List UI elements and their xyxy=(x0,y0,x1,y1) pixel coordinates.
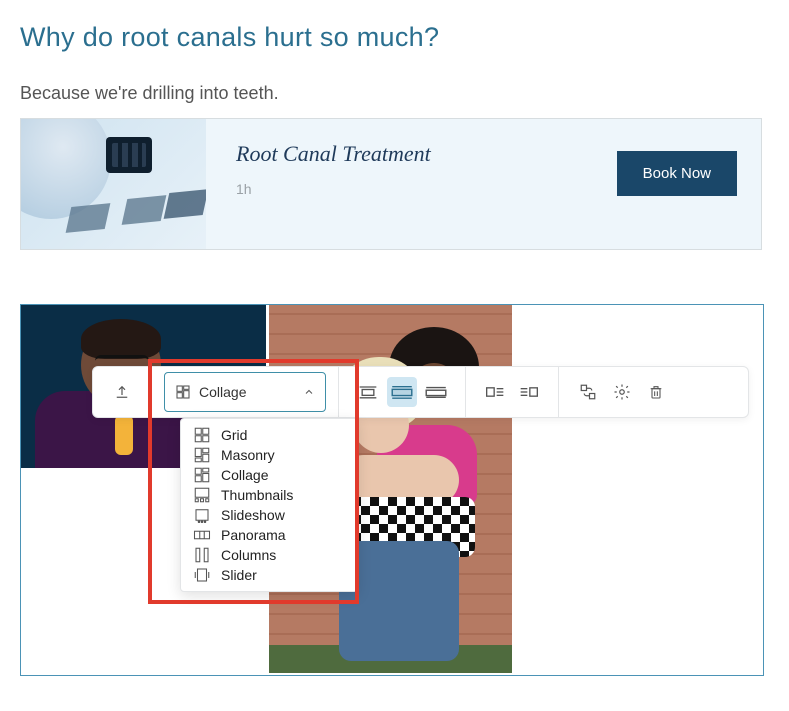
grid-icon xyxy=(193,426,211,444)
layout-dropdown-trigger[interactable]: Collage xyxy=(164,372,326,412)
layout-option-label: Collage xyxy=(221,467,268,483)
gallery-block[interactable] xyxy=(20,304,764,676)
layout-option-slider[interactable]: Slider xyxy=(187,565,351,585)
service-name: Root Canal Treatment xyxy=(236,141,617,167)
upload-button[interactable] xyxy=(107,377,137,407)
wrap-right-button[interactable] xyxy=(514,377,544,407)
layout-option-label: Slideshow xyxy=(221,507,285,523)
collage-icon xyxy=(175,384,191,400)
page-subtitle: Because we're drilling into teeth. xyxy=(20,83,769,104)
page-title: Why do root canals hurt so much? xyxy=(20,22,769,53)
delete-button[interactable] xyxy=(641,377,671,407)
book-now-button[interactable]: Book Now xyxy=(617,151,737,196)
columns-icon xyxy=(193,546,211,564)
chevron-up-icon xyxy=(303,386,315,398)
layout-option-panorama[interactable]: Panorama xyxy=(187,525,351,545)
align-left-button[interactable] xyxy=(353,377,383,407)
layout-option-label: Grid xyxy=(221,427,247,443)
layout-option-columns[interactable]: Columns xyxy=(187,545,351,565)
layout-option-label: Masonry xyxy=(221,447,275,463)
collage-icon xyxy=(193,466,211,484)
slider-icon xyxy=(193,566,211,584)
layout-selected-label: Collage xyxy=(199,384,295,400)
panorama-icon xyxy=(193,526,211,544)
masonry-icon xyxy=(193,446,211,464)
layout-option-label: Thumbnails xyxy=(221,487,293,503)
wrap-left-button[interactable] xyxy=(480,377,510,407)
service-thumbnail xyxy=(21,119,206,249)
settings-button[interactable] xyxy=(607,377,637,407)
align-right-button[interactable] xyxy=(421,377,451,407)
gallery-toolbar: Collage xyxy=(92,366,749,418)
layout-option-slideshow[interactable]: Slideshow xyxy=(187,505,351,525)
service-duration: 1h xyxy=(236,181,617,197)
layout-option-thumbnails[interactable]: Thumbnails xyxy=(187,485,351,505)
align-center-button[interactable] xyxy=(387,377,417,407)
service-card: Root Canal Treatment 1h Book Now xyxy=(20,118,762,250)
layout-option-label: Columns xyxy=(221,547,276,563)
layout-option-label: Slider xyxy=(221,567,257,583)
layout-dropdown-panel: Grid Masonry Collage Thumbnails Slidesho… xyxy=(180,418,358,592)
layout-option-label: Panorama xyxy=(221,527,286,543)
slideshow-icon xyxy=(193,506,211,524)
layout-option-grid[interactable]: Grid xyxy=(187,425,351,445)
link-button[interactable] xyxy=(573,377,603,407)
layout-option-masonry[interactable]: Masonry xyxy=(187,445,351,465)
thumbnails-icon xyxy=(193,486,211,504)
layout-option-collage[interactable]: Collage xyxy=(187,465,351,485)
